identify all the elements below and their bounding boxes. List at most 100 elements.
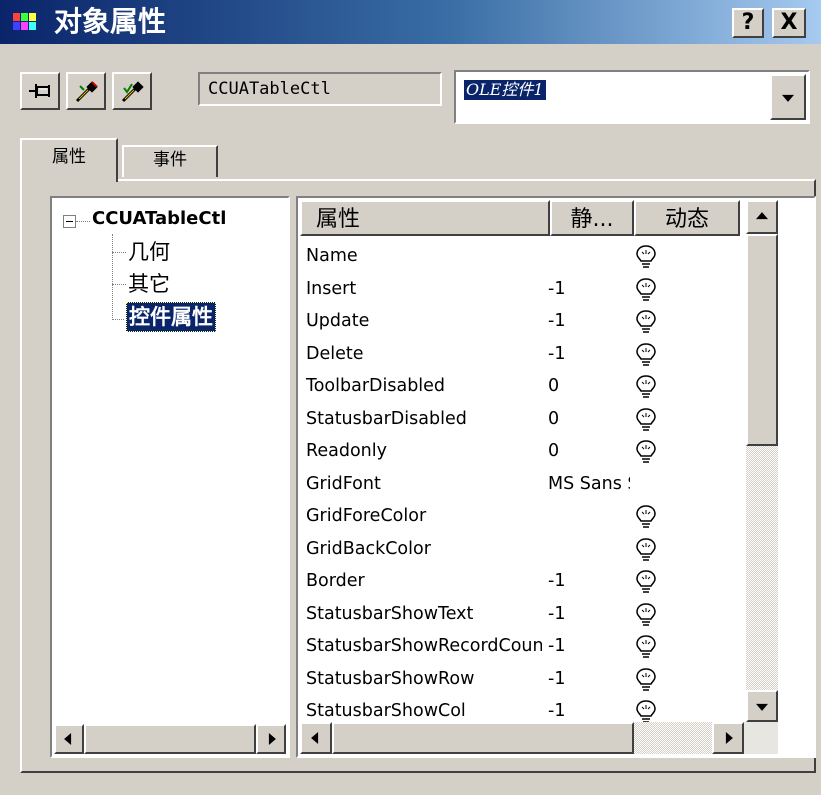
property-name: GridForeColor bbox=[306, 506, 427, 526]
dropdown-button[interactable] bbox=[770, 74, 806, 120]
arrow-up-icon bbox=[756, 212, 768, 220]
property-name: StatusbarDisabled bbox=[306, 408, 467, 429]
collapse-icon[interactable] bbox=[63, 215, 76, 228]
lightbulb-icon[interactable] bbox=[634, 277, 658, 303]
lightbulb-icon[interactable] bbox=[634, 504, 658, 530]
lightbulb-icon[interactable] bbox=[634, 537, 658, 563]
property-name: GridFont bbox=[306, 473, 381, 494]
tab-properties[interactable]: 属性 bbox=[20, 138, 118, 182]
table-row[interactable]: StatusbarShowRecordCount -1 bbox=[302, 630, 742, 663]
static-value[interactable]: 0 bbox=[548, 403, 630, 435]
property-name: Delete bbox=[306, 343, 364, 364]
scroll-up-button[interactable] bbox=[746, 200, 778, 234]
property-grid[interactable]: 属性 静... 动态 Name Insert -1 Update -1 Delete -1 T… bbox=[296, 196, 816, 758]
grid-header: 属性 静... 动态 bbox=[300, 200, 744, 238]
picker-button-1[interactable] bbox=[66, 72, 106, 110]
lightbulb-icon[interactable] bbox=[634, 667, 658, 693]
lightbulb-icon[interactable] bbox=[634, 244, 658, 270]
property-name: StatusbarShowText bbox=[306, 603, 474, 624]
close-button[interactable]: X bbox=[772, 8, 806, 38]
app-icon bbox=[12, 10, 38, 34]
arrow-left-icon bbox=[64, 733, 72, 745]
tab-events[interactable]: 事件 bbox=[122, 145, 218, 177]
static-value[interactable]: -1 bbox=[548, 338, 630, 370]
table-row[interactable]: Name bbox=[302, 240, 742, 273]
column-header-property[interactable]: 属性 bbox=[300, 200, 550, 236]
lightbulb-icon[interactable] bbox=[634, 569, 658, 595]
grid-horizontal-scrollbar[interactable] bbox=[300, 722, 778, 754]
picker-button-2[interactable] bbox=[112, 72, 152, 110]
tree-item-control-properties[interactable]: 控件属性 bbox=[126, 302, 216, 332]
lightbulb-icon[interactable] bbox=[634, 634, 658, 660]
static-value[interactable]: -1 bbox=[548, 663, 630, 695]
pin-icon bbox=[29, 84, 50, 98]
class-name-field: CCUATableCtl bbox=[198, 72, 442, 106]
scroll-down-button[interactable] bbox=[746, 690, 778, 722]
object-select[interactable]: OLE控件1 bbox=[454, 70, 810, 124]
table-row[interactable]: StatusbarDisabled 0 bbox=[302, 403, 742, 436]
column-header-dynamic[interactable]: 动态 bbox=[634, 200, 740, 236]
scroll-thumb[interactable] bbox=[84, 724, 256, 754]
grid-rows: Name Insert -1 Update -1 Delete -1 ToolbarDisab… bbox=[302, 240, 742, 728]
arrow-right-icon bbox=[268, 733, 276, 745]
lightbulb-icon[interactable] bbox=[634, 407, 658, 433]
pin-button[interactable] bbox=[20, 72, 60, 110]
table-row[interactable]: Border -1 bbox=[302, 565, 742, 598]
scroll-thumb[interactable] bbox=[332, 722, 634, 754]
table-row[interactable]: ToolbarDisabled 0 bbox=[302, 370, 742, 403]
static-value[interactable]: -1 bbox=[548, 273, 630, 305]
tree-item-geometry[interactable]: 几何 bbox=[128, 238, 170, 266]
table-row[interactable]: GridForeColor bbox=[302, 500, 742, 533]
table-row[interactable]: GridFont MS Sans Serif bbox=[302, 468, 742, 501]
title-bar: 对象属性 ? X bbox=[0, 0, 821, 45]
property-name: ToolbarDisabled bbox=[306, 376, 446, 396]
arrow-left-icon bbox=[311, 732, 319, 744]
scroll-left-button[interactable] bbox=[54, 724, 84, 754]
lightbulb-icon[interactable] bbox=[634, 439, 658, 465]
table-row[interactable]: GridBackColor bbox=[302, 533, 742, 566]
table-row[interactable]: Update -1 bbox=[302, 305, 742, 338]
object-select-value: OLE控件1 bbox=[464, 80, 546, 100]
property-name: Name bbox=[306, 246, 358, 266]
lightbulb-icon[interactable] bbox=[634, 342, 658, 368]
static-value[interactable]: -1 bbox=[548, 305, 630, 337]
column-header-static[interactable]: 静... bbox=[550, 200, 634, 236]
help-button[interactable]: ? bbox=[732, 8, 764, 38]
scroll-left-button[interactable] bbox=[300, 722, 332, 754]
table-row[interactable]: StatusbarShowRow -1 bbox=[302, 663, 742, 696]
static-value[interactable]: 0 bbox=[548, 370, 630, 402]
table-row[interactable]: Insert -1 bbox=[302, 273, 742, 306]
window-title: 对象属性 bbox=[54, 5, 167, 38]
table-row[interactable]: Delete -1 bbox=[302, 338, 742, 371]
arrow-right-icon bbox=[725, 732, 733, 744]
property-name: Border bbox=[306, 571, 365, 591]
arrow-down-icon bbox=[756, 703, 768, 711]
property-name: StatusbarShowRecordCount bbox=[306, 636, 542, 656]
tree-item-other[interactable]: 其它 bbox=[128, 270, 170, 298]
eyedropper-icon bbox=[75, 81, 98, 103]
eyedropper-check-icon bbox=[121, 81, 144, 103]
static-value[interactable]: -1 bbox=[548, 630, 630, 662]
chevron-down-icon bbox=[782, 94, 794, 102]
category-tree[interactable]: CCUATableCtl 几何 其它 控件属性 bbox=[50, 196, 290, 758]
table-row[interactable]: StatusbarShowText -1 bbox=[302, 598, 742, 631]
property-name: Insert bbox=[306, 278, 357, 299]
scroll-right-button[interactable] bbox=[712, 722, 744, 754]
tree-horizontal-scrollbar[interactable] bbox=[54, 724, 286, 754]
static-value[interactable]: MS Sans Serif bbox=[548, 468, 630, 500]
scroll-thumb[interactable] bbox=[746, 234, 778, 446]
tree-root[interactable]: CCUATableCtl bbox=[92, 206, 226, 232]
static-value[interactable]: -1 bbox=[548, 598, 630, 630]
property-name: GridBackColor bbox=[306, 538, 431, 559]
table-row[interactable]: Readonly 0 bbox=[302, 435, 742, 468]
property-name: Readonly bbox=[306, 441, 387, 461]
property-name: StatusbarShowRow bbox=[306, 668, 475, 689]
property-name: Update bbox=[306, 311, 370, 331]
vertical-scrollbar[interactable] bbox=[746, 200, 778, 722]
static-value[interactable]: 0 bbox=[548, 435, 630, 467]
static-value[interactable]: -1 bbox=[548, 565, 630, 597]
scroll-right-button[interactable] bbox=[256, 724, 286, 754]
lightbulb-icon[interactable] bbox=[634, 309, 658, 335]
lightbulb-icon[interactable] bbox=[634, 602, 658, 628]
lightbulb-icon[interactable] bbox=[634, 374, 658, 400]
